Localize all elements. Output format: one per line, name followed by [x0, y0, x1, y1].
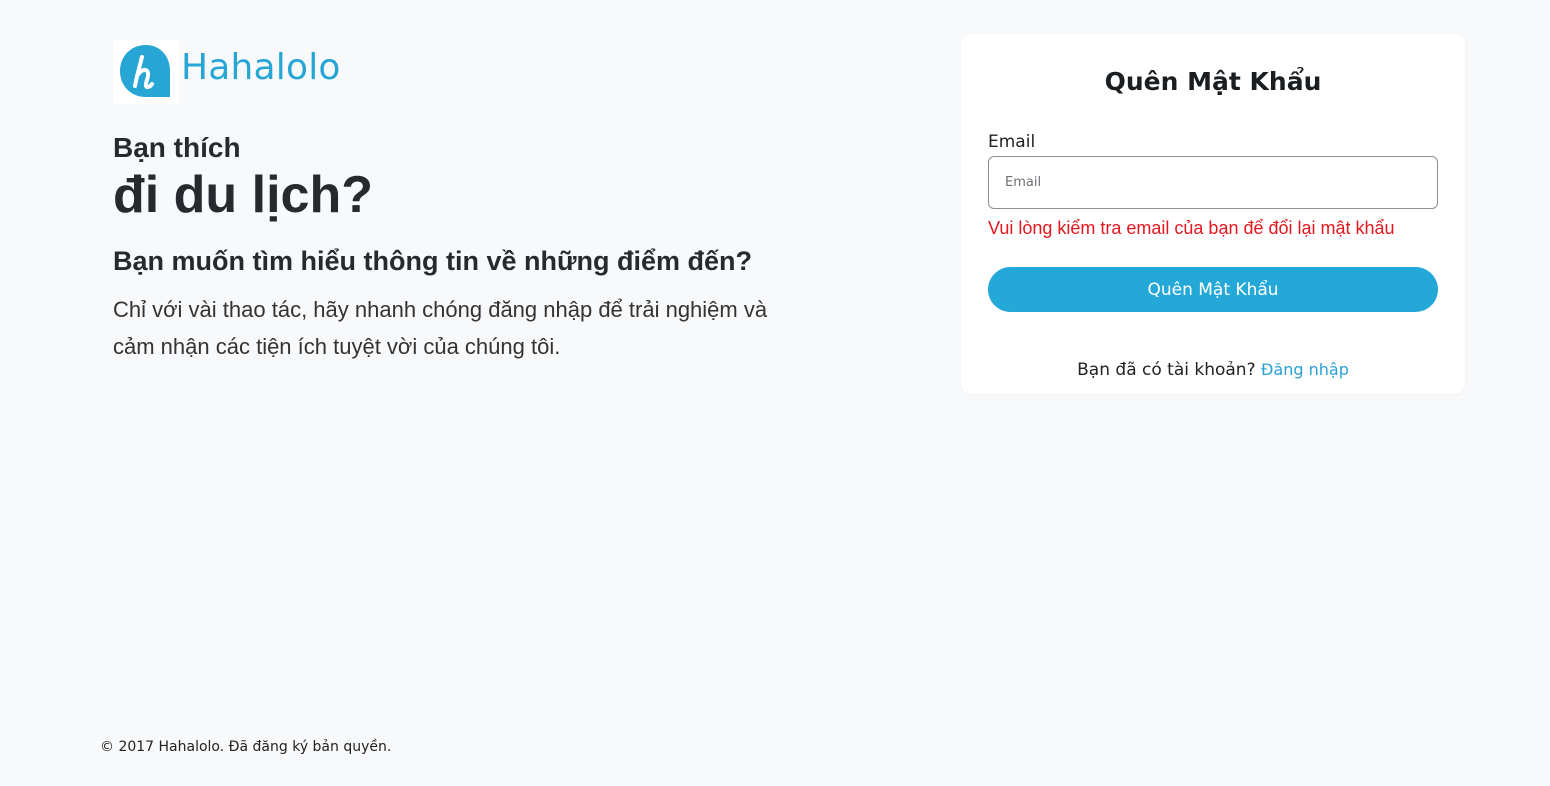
hahalolo-logo-icon[interactable] — [113, 40, 179, 104]
hero-subheading: Bạn muốn tìm hiểu thông tin về những điể… — [113, 246, 753, 276]
intro-section: Hahalolo Bạn thích đi du lịch? Bạn muốn … — [113, 40, 833, 365]
form-title: Quên Mật Khẩu — [1104, 67, 1322, 96]
hero-kicker: Bạn thích — [113, 132, 241, 163]
error-message: Vui lòng kiểm tra email của bạn để đổi l… — [988, 218, 1395, 238]
forgot-password-card: Quên Mật Khẩu Email Vui lòng kiểm tra em… — [961, 34, 1465, 394]
hero-headline: đi du lịch? — [113, 166, 373, 224]
hero-description: Chỉ với vài thao tác, hãy nhanh chóng đă… — [113, 297, 768, 359]
brand-name[interactable]: Hahalolo — [181, 47, 341, 88]
login-prompt: Bạn đã có tài khoản? Đăng nhập — [961, 360, 1465, 380]
have-account-text: Bạn đã có tài khoản? — [1077, 360, 1256, 380]
login-link[interactable]: Đăng nhập — [1261, 360, 1349, 379]
copyright-footer: © 2017 Hahalolo. Đã đăng ký bản quyền. — [100, 739, 392, 755]
brand[interactable]: Hahalolo — [113, 40, 833, 104]
email-label: Email — [988, 132, 1036, 152]
forgot-password-button[interactable]: Quên Mật Khẩu — [988, 267, 1438, 312]
email-input[interactable] — [988, 156, 1438, 209]
